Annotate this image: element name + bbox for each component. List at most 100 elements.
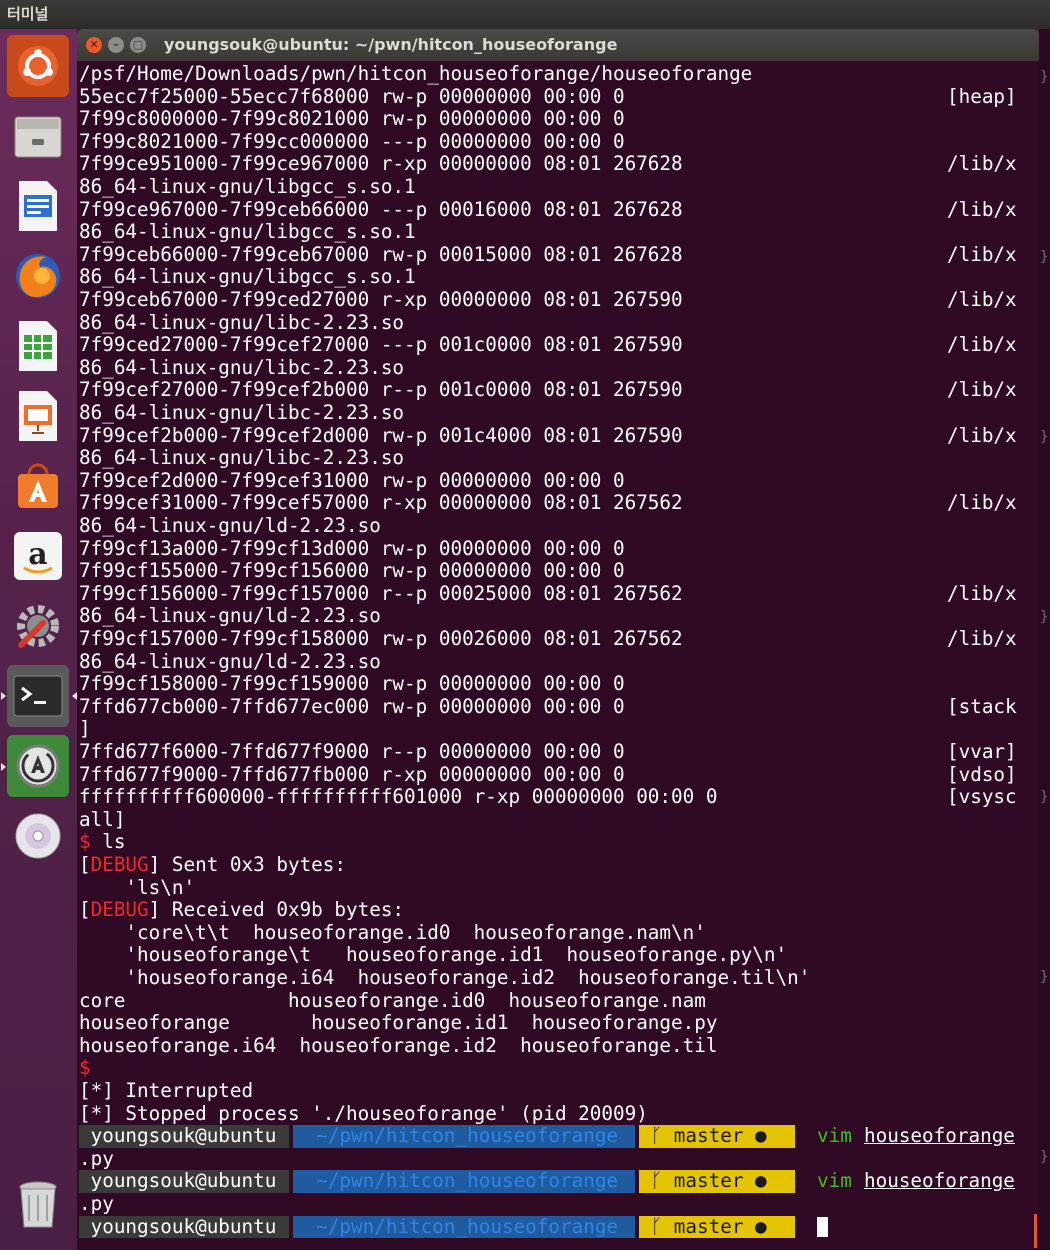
bracket: [ (79, 853, 91, 876)
background-window-edge: } } } } } } } (1039, 29, 1050, 1250)
terminal-line: 86_64-linux-gnu/ld-2.23.so (79, 649, 381, 673)
terminal-line: 55ecc7f25000-55ecc7f68000 rw-p 00000000 … (79, 84, 625, 108)
minimize-button[interactable]: – (108, 37, 124, 53)
terminal-line: 7f99ce951000-7f99ce967000 r-xp 00000000 … (79, 152, 683, 176)
edge-glyph: } (1040, 69, 1049, 85)
terminal-line: 7ffd677f6000-7ffd677f9000 r--p 00000000 … (79, 740, 625, 763)
top-panel: 터미널 (0, 0, 1050, 29)
terminal-line: 86_64-linux-gnu/libgcc_s.so.1 (79, 220, 416, 244)
prompt-path: ~/pwn/hitcon_houseoforange (293, 1215, 635, 1239)
terminal-line: 7f99cf155000-7f99cf156000 rw-p 00000000 … (79, 559, 625, 583)
mapping-label: /lib/x (947, 288, 1017, 311)
debug-text: ] Sent 0x3 bytes: (148, 853, 346, 876)
mapping-label: /lib/x (947, 152, 1017, 176)
window-title: youngsouk@ubuntu: ~/pwn/hitcon_houseofor… (164, 35, 618, 54)
maximize-button[interactable]: □ (130, 37, 146, 53)
mapping-label: [vvar] (947, 740, 1017, 763)
terminal-line: 'houseoforange\t houseoforange.id1 house… (79, 943, 788, 967)
terminal-line: 'core\t\t houseoforange.id0 houseoforang… (79, 920, 706, 944)
prompt-user: youngsouk@ubuntu (79, 1169, 289, 1193)
settings-icon[interactable] (7, 595, 69, 657)
prompt-git-branch: ᚴ master ● (639, 1170, 795, 1193)
prompt-command: vim (817, 1169, 852, 1193)
terminal-line: 7f99ce967000-7f99ceb66000 ---p 00016000 … (79, 197, 683, 221)
edge-glyph: } (1040, 969, 1049, 985)
edge-glyph: } (1040, 609, 1049, 625)
mapping-label: /lib/x (947, 242, 1017, 266)
prompt-symbol: $ (79, 1056, 91, 1080)
terminal-line: 7f99cef27000-7f99cef2b000 r--p 001c0000 … (79, 378, 683, 402)
debug-line: [DEBUG] Sent 0x3 bytes: (79, 853, 346, 877)
prompt-argument: houseoforange (864, 1169, 1015, 1193)
impress-icon[interactable] (7, 385, 69, 447)
terminal-icon[interactable] (7, 665, 69, 727)
close-button[interactable]: ✕ (86, 37, 102, 53)
prompt-git-branch: ᚴ master ● (639, 1125, 795, 1148)
terminal-output[interactable]: /psf/Home/Downloads/pwn/hitcon_houseofor… (77, 61, 1039, 1250)
scroll-indicator[interactable] (1034, 1214, 1037, 1248)
mapping-label: [vdso] (947, 762, 1017, 786)
mapping-label: /lib/x (947, 333, 1017, 357)
dash-icon[interactable] (7, 35, 69, 97)
terminal-line: 7f99ceb66000-7f99ceb67000 rw-p 00015000 … (79, 242, 683, 266)
edge-glyph: } (1040, 1149, 1049, 1165)
terminal-line: 86_64-linux-gnu/libc-2.23.so (79, 401, 405, 424)
terminal-line: 86_64-linux-gnu/libc-2.23.so (79, 310, 405, 334)
dvd-icon[interactable] (7, 805, 69, 867)
running-indicator (1, 692, 6, 700)
software-center-icon[interactable] (7, 455, 69, 517)
mapping-label: /lib/x (947, 197, 1017, 221)
star-tag: [* (79, 1079, 103, 1102)
terminal-line: ] (79, 717, 91, 741)
running-indicator (1, 763, 6, 771)
status-line: [*] Interrupted (79, 1079, 254, 1103)
updater-icon[interactable] (7, 735, 69, 797)
terminal-line: 86_64-linux-gnu/libc-2.23.so (79, 355, 405, 379)
app-title: 터미널 (7, 5, 49, 23)
firefox-icon[interactable] (7, 245, 69, 307)
debug-tag: DEBUG (90, 853, 149, 876)
status-text: ] Interrupted (102, 1079, 254, 1102)
terminal-line: 86_64-linux-gnu/ld-2.23.so (79, 514, 381, 537)
terminal-line: 7f99cef2d000-7f99cef31000 rw-p 00000000 … (79, 468, 625, 492)
prompt-symbol: $ (79, 830, 91, 854)
terminal-line: 'houseoforange.i64 houseoforange.id2 hou… (79, 966, 811, 989)
prompt-path: ~/pwn/hitcon_houseoforange (293, 1125, 635, 1148)
debug-tag: DEBUG (90, 898, 149, 922)
star-tag: [* (79, 1101, 103, 1125)
text-cursor[interactable] (817, 1217, 828, 1237)
terminal-line: /psf/Home/Downloads/pwn/hitcon_houseofor… (79, 62, 753, 85)
writer-icon[interactable] (7, 175, 69, 237)
terminal-line: 7f99cef31000-7f99cef57000 r-xp 00000000 … (79, 491, 683, 515)
debug-text: ] Received 0x9b bytes: (148, 898, 405, 922)
mapping-label: /lib/x (947, 581, 1017, 605)
prompt-git-branch: ᚴ master ● (639, 1215, 795, 1239)
window-titlebar[interactable]: ✕ – □ youngsouk@ubuntu: ~/pwn/hitcon_hou… (77, 29, 1039, 61)
trash-icon[interactable] (7, 1175, 69, 1237)
prompt-path: ~/pwn/hitcon_houseoforange (293, 1170, 635, 1193)
prompt-user: youngsouk@ubuntu (79, 1214, 289, 1239)
svg-text:a: a (28, 537, 47, 572)
terminal-line: 86_64-linux-gnu/libc-2.23.so (79, 446, 405, 470)
amazon-icon[interactable]: a (7, 525, 69, 587)
calc-icon[interactable] (7, 315, 69, 377)
mapping-label: [vsysc (947, 785, 1017, 809)
edge-glyph: } (1040, 789, 1049, 805)
prompt-user: youngsouk@ubuntu (79, 1124, 289, 1148)
terminal-line: .py (79, 1146, 114, 1170)
command-text: ls (90, 830, 126, 854)
files-icon[interactable] (7, 105, 69, 167)
terminal-line: 7f99c8021000-7f99cc000000 ---p 00000000 … (79, 129, 625, 153)
terminal-line: core houseoforange.id0 houseoforange.nam (79, 988, 706, 1012)
terminal-line: 7f99cef2b000-7f99cef2d000 rw-p 001c4000 … (79, 423, 683, 447)
terminal-line: 7f99ced27000-7f99cef27000 ---p 001c0000 … (79, 333, 683, 357)
terminal-line: ffffffffff600000-ffffffffff601000 r-xp 0… (79, 785, 718, 809)
status-line: [*] Stopped process './houseoforange' (p… (79, 1101, 648, 1126)
terminal-line: 'ls\n' (79, 875, 196, 899)
launcher: a (0, 29, 78, 1250)
terminal-line: 7f99cf158000-7f99cf159000 rw-p 00000000 … (79, 672, 625, 696)
terminal-line: .py (79, 1192, 114, 1215)
debug-line: [DEBUG] Received 0x9b bytes: (79, 898, 405, 922)
edge-glyph: } (1040, 429, 1049, 445)
prompt-argument: houseoforange (864, 1124, 1015, 1148)
